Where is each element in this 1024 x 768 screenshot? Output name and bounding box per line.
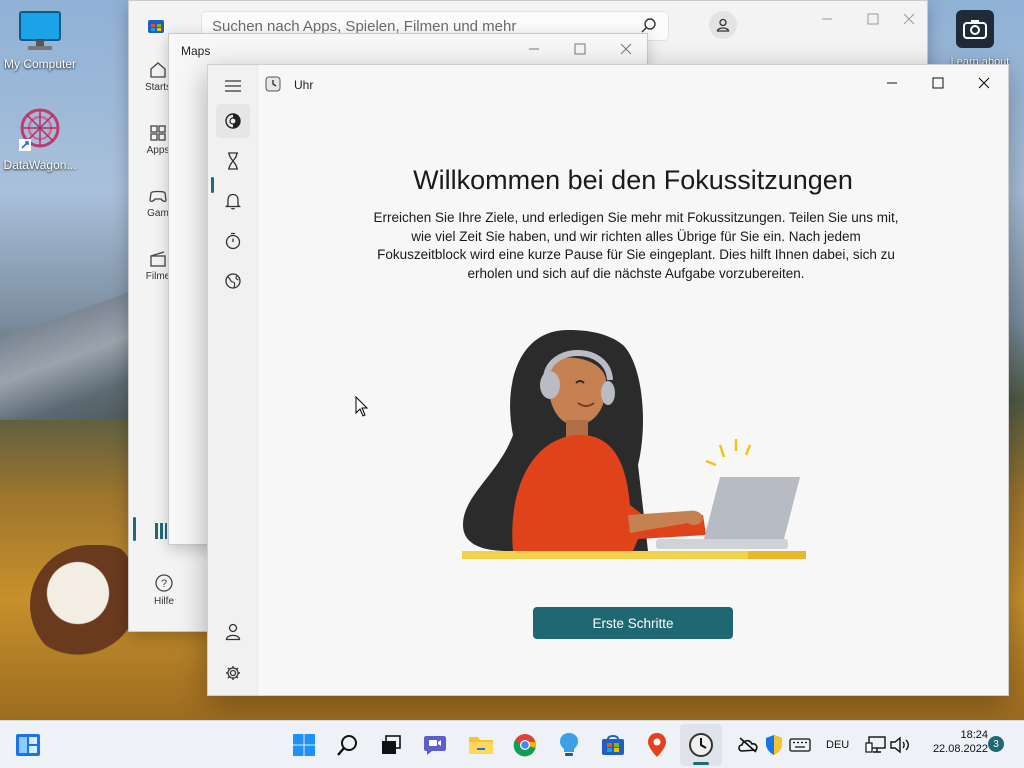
monitor-icon [19,11,61,50]
focus-illustration [462,330,806,559]
touch-keyboard-button[interactable] [786,731,814,759]
map-pin-icon [648,733,666,757]
desktop-icon-label: DataWagon... [3,158,77,172]
account-button[interactable] [216,615,250,649]
maximize-button[interactable] [853,7,893,36]
person-icon [716,18,730,32]
clock-window: Uhr Willkommen bei den Fokussitzungen Er… [207,64,1009,696]
clock-taskbar-button[interactable] [680,724,722,766]
get-started-button[interactable]: Erste Schritte [533,607,733,639]
page-title: Willkommen bei den Fokussitzungen [413,165,853,195]
tips-app-button[interactable] [555,731,583,759]
file-explorer-button[interactable] [467,731,495,759]
nav-focus-sessions[interactable] [216,104,250,138]
apps-grid-icon [150,125,166,141]
lightbulb-icon [560,733,578,756]
clock-display[interactable]: 18:24 22.08.2022 [916,729,988,755]
globe-icon [225,273,241,289]
clock-sidebar [208,65,258,695]
library-icon[interactable] [155,523,167,539]
notification-badge[interactable]: 3 [988,736,1004,752]
gamepad-icon [149,190,167,203]
desktop-icon-label: Learn about [950,56,1010,64]
movie-icon [150,251,166,267]
shield-icon [766,735,782,755]
start-button[interactable] [290,731,318,759]
store-icon [602,735,624,755]
task-view-icon [382,735,401,754]
minimize-button[interactable] [521,40,547,63]
volume-button[interactable] [886,731,914,759]
teams-chat-button[interactable] [421,731,449,759]
taskbar-search-button[interactable] [334,731,362,759]
settings-button[interactable] [216,656,250,690]
onedrive-status-button[interactable] [734,731,762,759]
nav-stopwatch[interactable] [216,224,250,258]
focus-icon [225,113,241,129]
speaker-icon [890,736,909,754]
close-button[interactable] [889,7,929,36]
chrome-icon [513,734,537,757]
active-app-indicator [693,762,709,765]
nav-world-clock[interactable] [216,264,250,298]
mouse-cursor-icon [355,396,369,417]
widgets-icon [16,734,40,756]
home-icon [150,62,166,78]
svg-text:?: ? [161,578,167,590]
search-icon [337,735,357,756]
stopwatch-icon [225,232,241,250]
clock-icon [689,733,713,757]
store-help[interactable]: ? Hilfe [129,573,199,607]
minimize-button[interactable] [872,71,912,95]
menu-icon [225,80,241,92]
page-description: Erreichen Sie Ihre Ziele, und erledigen … [373,210,899,281]
maps-window-title: Maps [181,44,211,58]
close-button[interactable] [613,40,639,63]
taskbar: DEU 18:24 22.08.2022 3 [0,720,1024,768]
input-language-indicator[interactable]: DEU [826,739,849,751]
store-help-label: Hilfe [153,596,174,607]
gear-icon [226,666,240,680]
security-status-button[interactable] [760,731,788,759]
person-icon [225,623,241,641]
folder-icon [469,737,493,754]
cloud-offline-icon [738,737,758,753]
taskbar-date: 22.08.2022 [932,743,988,755]
maximize-button[interactable] [918,71,958,95]
account-avatar[interactable] [709,11,737,39]
keyboard-icon [789,738,811,752]
store-taskbar-button[interactable] [599,731,627,759]
store-logo-icon [147,16,165,39]
desktop-icon-label: My Computer [3,57,77,71]
network-icon [865,736,886,753]
clock-app-icon [265,76,281,97]
windows-logo-icon [293,734,315,756]
minimize-button[interactable] [807,7,847,36]
camera-app-icon[interactable] [956,10,994,48]
task-view-button[interactable] [377,731,405,759]
maps-taskbar-button[interactable] [643,731,671,759]
taskbar-time: 18:24 [960,729,988,741]
chrome-button[interactable] [511,731,539,759]
maximize-button[interactable] [567,40,593,63]
widgets-button[interactable] [14,731,42,759]
help-icon: ? [155,574,173,592]
window-title: Uhr [294,78,314,92]
chat-icon [424,736,446,755]
datawagon-app-icon [19,108,60,151]
store-active-indicator [133,517,136,541]
desktop-icon-my-computer[interactable]: My Computer [0,10,80,71]
hamburger-menu-button[interactable] [216,69,250,103]
desktop-icon-datawagon[interactable]: DataWagon... [0,105,80,172]
close-button[interactable] [964,71,1004,95]
